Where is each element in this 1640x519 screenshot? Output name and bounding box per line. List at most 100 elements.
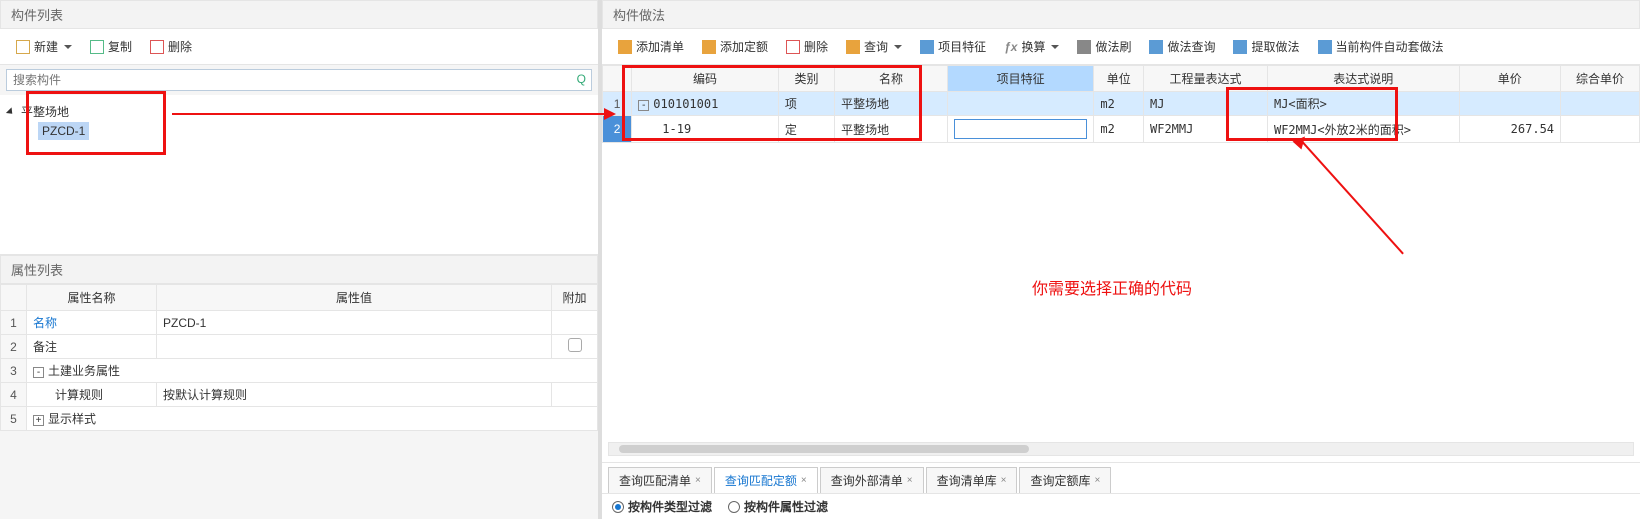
checkbox-icon[interactable] bbox=[568, 338, 582, 352]
expander-icon[interactable] bbox=[6, 107, 15, 116]
add-quota-button[interactable]: 添加定额 bbox=[696, 35, 774, 58]
auto-button[interactable]: 当前构件自动套做法 bbox=[1312, 35, 1450, 58]
tab-match-quota[interactable]: 查询匹配定额 × bbox=[714, 467, 818, 493]
attr-row[interactable]: 4 计算规则 按默认计算规则 bbox=[1, 383, 598, 407]
add-list-button[interactable]: 添加清单 bbox=[612, 35, 690, 58]
close-icon[interactable]: × bbox=[907, 475, 913, 486]
attr-name-header: 属性名称 bbox=[27, 285, 157, 311]
tab-quota-lib[interactable]: 查询定额库× bbox=[1019, 467, 1111, 493]
attr-panel-title: 属性列表 bbox=[0, 255, 598, 284]
right-toolbar: 添加清单 添加定额 删除 查询 项目特征 ƒx换算 做法刷 做法查询 提取做法 … bbox=[602, 29, 1640, 65]
horizontal-scrollbar[interactable] bbox=[608, 442, 1634, 456]
attr-row[interactable]: 5 + 显示样式 bbox=[1, 407, 598, 431]
btn-label: 添加定额 bbox=[720, 38, 768, 55]
delete-button-r[interactable]: 删除 bbox=[780, 35, 834, 58]
rownum: 2 bbox=[1, 335, 27, 359]
feature-cell[interactable] bbox=[947, 92, 1094, 116]
delete-button[interactable]: 删除 bbox=[144, 35, 198, 58]
rownum-header bbox=[1, 285, 27, 311]
attr-value[interactable]: 按默认计算规则 bbox=[157, 383, 552, 407]
rownum: 4 bbox=[1, 383, 27, 407]
btn-label: 查询 bbox=[864, 38, 888, 55]
tab-match-list[interactable]: 查询匹配清单× bbox=[608, 467, 712, 493]
caret-icon bbox=[64, 45, 72, 49]
bottom-tabs: 查询匹配清单× 查询匹配定额 × 查询外部清单× 查询清单库 × 查询定额库× bbox=[602, 462, 1640, 493]
tab-list-lib[interactable]: 查询清单库 × bbox=[926, 467, 1018, 493]
filter-row: 按构件类型过滤 按构件属性过滤 bbox=[602, 493, 1640, 519]
delete-icon bbox=[150, 40, 164, 54]
copy-button[interactable]: 复制 bbox=[84, 35, 138, 58]
scrollbar-thumb[interactable] bbox=[619, 445, 1029, 453]
search-input[interactable] bbox=[6, 69, 592, 91]
attr-value[interactable]: PZCD-1 bbox=[157, 311, 552, 335]
brush-button[interactable]: 做法刷 bbox=[1071, 35, 1137, 58]
close-icon[interactable]: × bbox=[1001, 475, 1007, 486]
expand-icon[interactable]: + bbox=[33, 415, 44, 426]
attr-group[interactable]: -土建业务属性 bbox=[27, 359, 598, 383]
filter-by-type[interactable]: 按构件类型过滤 bbox=[612, 498, 712, 515]
attr-header-row: 属性名称 属性值 附加 bbox=[1, 285, 598, 311]
tab-external-list[interactable]: 查询外部清单× bbox=[820, 467, 924, 493]
comp-price-cell bbox=[1561, 116, 1640, 143]
btn-label: 做法刷 bbox=[1095, 38, 1131, 55]
annotation-text: 你需要选择正确的代码 bbox=[1032, 275, 1192, 299]
query-icon bbox=[846, 40, 860, 54]
attr-row[interactable]: 2 备注 bbox=[1, 335, 598, 359]
unit-header[interactable]: 单位 bbox=[1094, 66, 1144, 92]
close-icon[interactable]: × bbox=[695, 475, 701, 486]
btn-label: 当前构件自动套做法 bbox=[1336, 38, 1444, 55]
method-query-icon bbox=[1149, 40, 1163, 54]
collapse-icon[interactable]: - bbox=[33, 367, 44, 378]
feature-input[interactable] bbox=[954, 119, 1088, 139]
left-panel-title: 构件列表 bbox=[0, 0, 598, 29]
unit-cell: m2 bbox=[1094, 92, 1144, 116]
comp-price-header[interactable]: 综合单价 bbox=[1561, 66, 1640, 92]
attr-extra bbox=[552, 383, 598, 407]
method-table-wrap: 编码 类别 名称 项目特征 单位 工程量表达式 表达式说明 单价 综合单价 1 … bbox=[602, 65, 1640, 462]
btn-label: 做法查询 bbox=[1167, 38, 1215, 55]
delete-label: 删除 bbox=[168, 38, 192, 55]
attr-value[interactable] bbox=[157, 335, 552, 359]
attr-row[interactable]: 3 -土建业务属性 bbox=[1, 359, 598, 383]
attr-extra[interactable] bbox=[552, 335, 598, 359]
search-icon[interactable]: Q bbox=[577, 72, 586, 86]
annotation-box bbox=[26, 91, 166, 155]
query-button[interactable]: 查询 bbox=[840, 35, 908, 58]
filter-label: 按构件类型过滤 bbox=[628, 498, 712, 515]
attr-extra-header: 附加 bbox=[552, 285, 598, 311]
rownum: 5 bbox=[1, 407, 27, 431]
feature-icon bbox=[920, 40, 934, 54]
attr-group[interactable]: + 显示样式 bbox=[27, 407, 598, 431]
arrow-icon bbox=[172, 113, 604, 115]
annotation-box bbox=[622, 65, 922, 141]
price-cell: 267.54 bbox=[1459, 116, 1560, 143]
close-icon[interactable]: × bbox=[801, 475, 807, 486]
method-query-button[interactable]: 做法查询 bbox=[1143, 35, 1221, 58]
attr-row[interactable]: 1 名称 PZCD-1 bbox=[1, 311, 598, 335]
unit-cell: m2 bbox=[1094, 116, 1144, 143]
feature-button[interactable]: 项目特征 bbox=[914, 35, 992, 58]
attr-name: 显示样式 bbox=[48, 412, 96, 426]
btn-label: 提取做法 bbox=[1251, 38, 1299, 55]
price-header[interactable]: 单价 bbox=[1459, 66, 1560, 92]
radio-icon[interactable] bbox=[612, 501, 624, 513]
feature-cell[interactable] bbox=[947, 116, 1094, 143]
caret-icon bbox=[1051, 45, 1059, 49]
arrow-head-icon bbox=[604, 108, 616, 120]
filter-label: 按构件属性过滤 bbox=[744, 498, 828, 515]
filter-by-attr[interactable]: 按构件属性过滤 bbox=[728, 498, 828, 515]
arrow-icon bbox=[1302, 142, 1404, 255]
radio-icon[interactable] bbox=[728, 501, 740, 513]
btn-label: 项目特征 bbox=[938, 38, 986, 55]
fx-icon: ƒx bbox=[1004, 40, 1017, 54]
attr-name: 计算规则 bbox=[27, 383, 157, 407]
tab-label: 查询清单库 bbox=[937, 472, 997, 489]
extract-button[interactable]: 提取做法 bbox=[1227, 35, 1305, 58]
tab-label: 查询匹配定额 bbox=[725, 472, 797, 489]
convert-button[interactable]: ƒx换算 bbox=[998, 35, 1065, 58]
copy-label: 复制 bbox=[108, 38, 132, 55]
feature-header[interactable]: 项目特征 bbox=[947, 66, 1094, 92]
new-button[interactable]: 新建 bbox=[10, 35, 78, 58]
attribute-table: 属性名称 属性值 附加 1 名称 PZCD-1 2 备注 3 -土建业务属性 bbox=[0, 284, 598, 431]
close-icon[interactable]: × bbox=[1094, 475, 1100, 486]
